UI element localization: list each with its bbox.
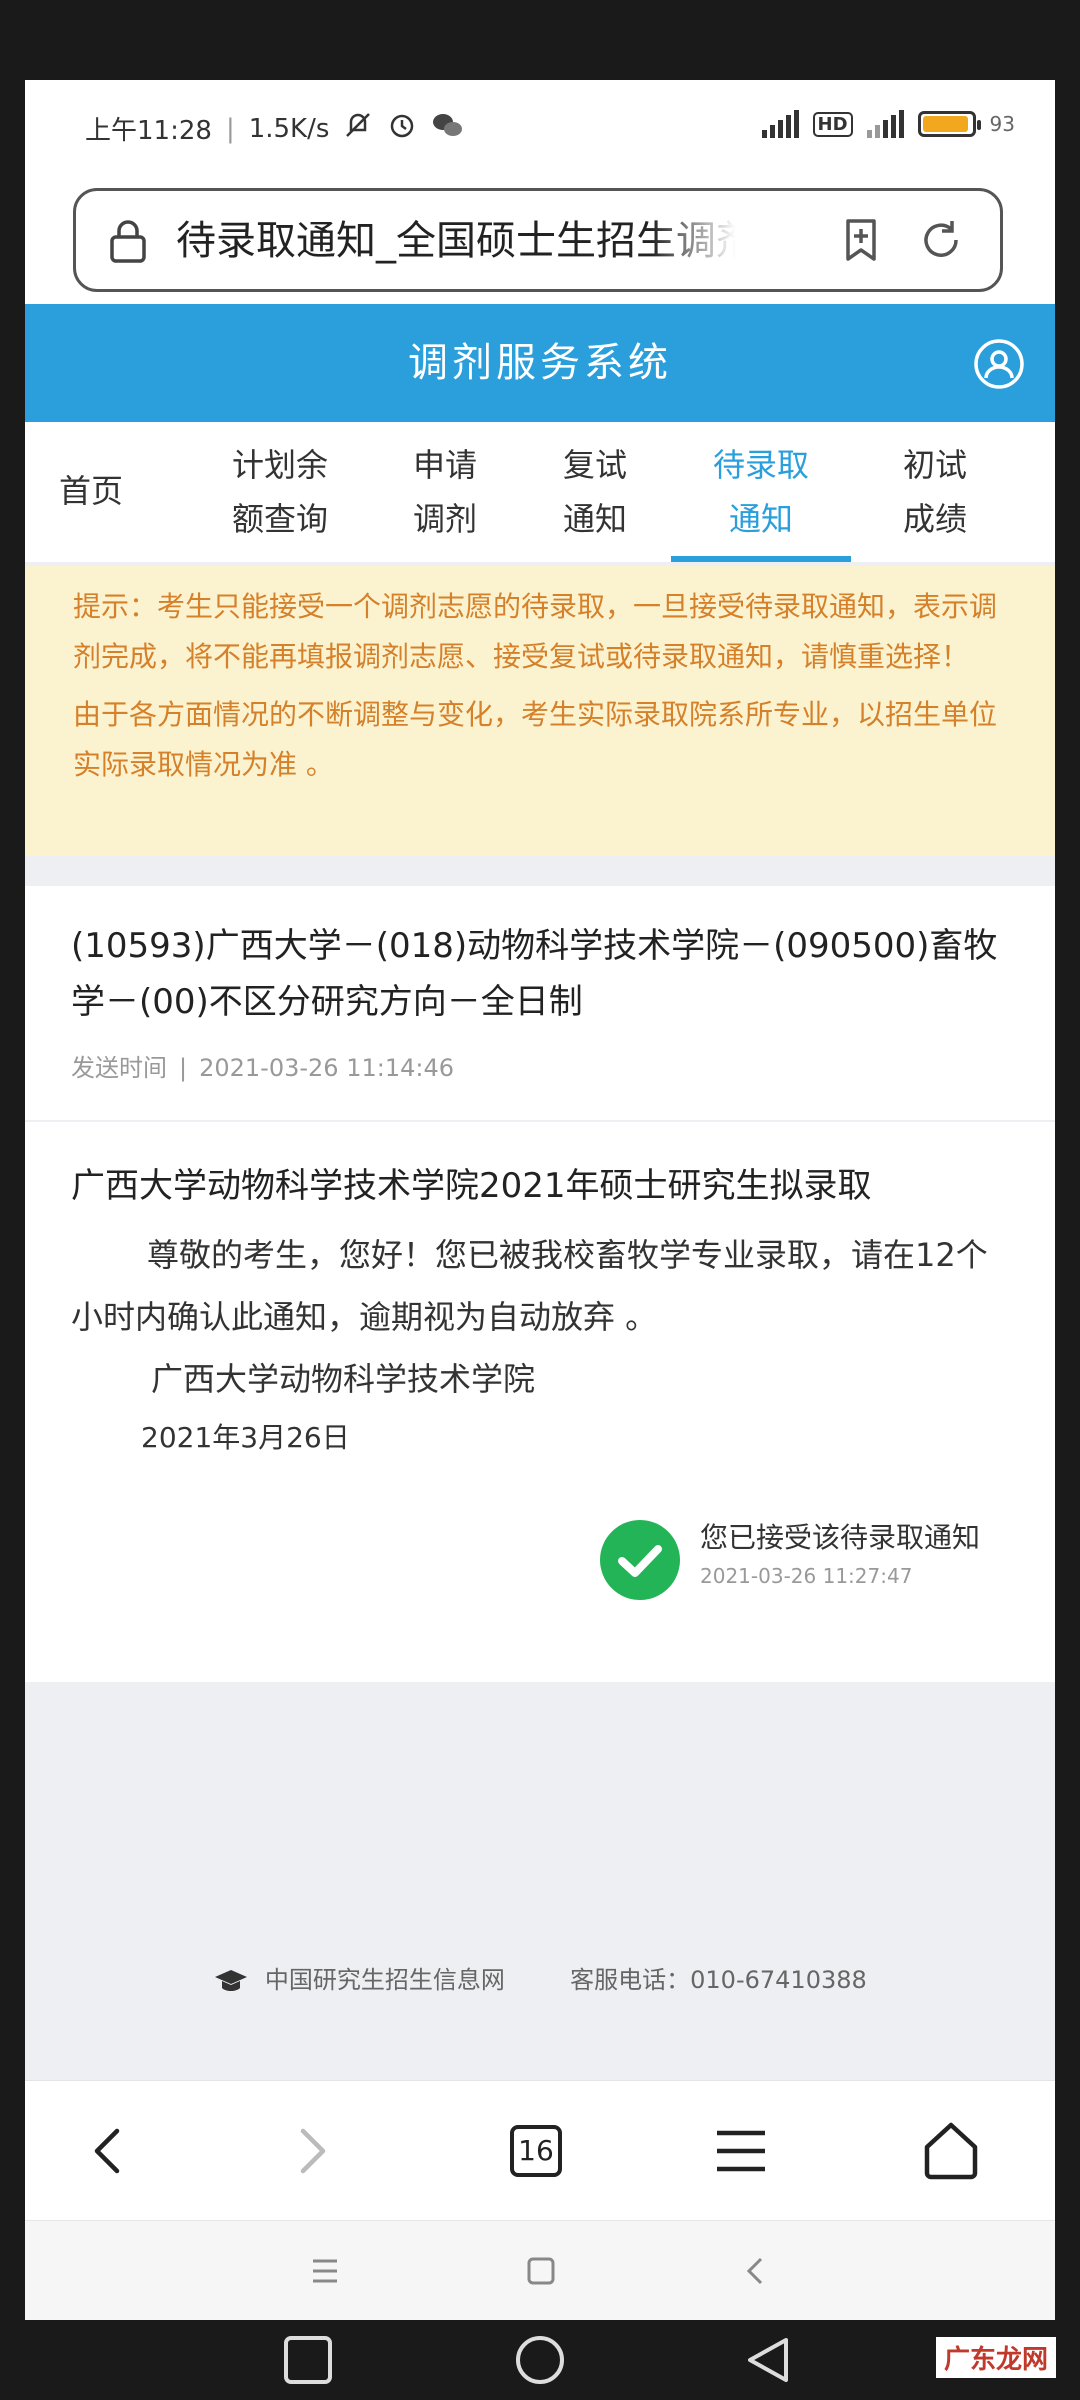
menu-icon[interactable]	[705, 2115, 777, 2187]
sent-label: 发送时间	[71, 1054, 167, 1082]
address-bar[interactable]: 待录取通知_全国硕士生招生调剂服务系统	[73, 188, 1003, 292]
tab-label-line1: 计划余	[231, 446, 328, 484]
phone-screen: 上午11:28 | 1.5K/s HD 93 待录取通知_全国硕士生招生调 调剂…	[25, 80, 1055, 2320]
watermark: 广东龙网	[935, 2337, 1056, 2378]
hd-icon: HD	[812, 111, 853, 137]
accepted-text: 您已接受该待录取通知	[700, 1521, 981, 1554]
battery-level: 93	[989, 112, 1015, 136]
refresh-icon[interactable]	[916, 215, 966, 265]
item-title: (10593)广西大学－(018)动物科学技术学院－(090500)畜牧学－(0…	[71, 926, 998, 1022]
forward-icon[interactable]	[275, 2115, 347, 2187]
wechat-icon	[431, 110, 463, 147]
admission-letter: 广西大学动物科学技术学院2021年硕士研究生拟录取 尊敬的考生，您好！您已被我校…	[25, 1122, 1055, 1682]
home-nav-icon[interactable]	[521, 2251, 561, 2295]
tab-label-line2: 通知	[728, 500, 793, 538]
signal-icon-2	[866, 110, 904, 138]
app-header: 调剂服务系统	[25, 304, 1055, 422]
active-tab-indicator	[671, 556, 851, 562]
tab-label-line1: 初试	[902, 446, 967, 484]
accepted-status: 您已接受该待录取通知 2021-03-26 11:27:47	[600, 1512, 1020, 1602]
letter-body: 尊敬的考生，您好！您已被我校畜牧学专业录取，请在12个小时内确认此通知，逾期视为…	[71, 1236, 988, 1336]
site-footer: 中国研究生招生信息网 客服电话：010-67410388	[25, 1960, 1055, 2020]
meta-separator: |	[179, 1054, 188, 1082]
square-icon[interactable]	[282, 2334, 334, 2390]
address-bar-container: 待录取通知_全国硕士生招生调剂服务系统	[25, 176, 1055, 304]
status-bar: 上午11:28 | 1.5K/s HD 93	[25, 80, 1055, 176]
status-network-speed: 1.5K/s	[248, 113, 330, 144]
tab-label-line2: 通知	[562, 500, 627, 538]
footer-phone[interactable]: 010-67410388	[690, 1966, 867, 1994]
system-nav-bar	[25, 2220, 1055, 2320]
admission-item[interactable]: (10593)广西大学－(018)动物科学技术学院－(090500)畜牧学－(0…	[25, 886, 1055, 1120]
add-bookmark-icon[interactable]	[836, 215, 886, 265]
tab-pending-admission-notice[interactable]: 待录取 通知	[671, 422, 851, 562]
graduation-cap-icon	[213, 1968, 249, 1994]
letter-title: 广西大学动物科学技术学院2021年硕士研究生拟录取	[71, 1166, 872, 1206]
tab-plan-quota[interactable]: 计划余 额查询	[205, 422, 355, 562]
signal-icon	[761, 110, 799, 138]
tab-label-line2: 调剂	[412, 500, 477, 538]
alarm-icon	[387, 110, 417, 147]
back-nav-icon[interactable]	[735, 2251, 775, 2295]
mute-icon	[343, 110, 373, 147]
triangle-icon[interactable]	[742, 2334, 794, 2390]
letter-date: 2021年3月26日	[141, 1421, 350, 1454]
accepted-time: 2021-03-26 11:27:47	[700, 1564, 913, 1588]
url-text[interactable]: 待录取通知_全国硕士生招生调剂服务系统	[176, 213, 736, 269]
circle-icon[interactable]	[514, 2334, 566, 2390]
tab-label-line1: 申请	[412, 446, 477, 484]
battery-icon	[917, 111, 981, 137]
page-title: 调剂服务系统	[408, 340, 672, 386]
notice-text-1: 提示：考生只能接受一个调剂志愿的待录取，一旦接受待录取通知，表示调剂完成，将不能…	[73, 590, 998, 673]
tabs-button[interactable]: 16	[500, 2115, 572, 2187]
letter-signer: 广西大学动物科学技术学院	[151, 1360, 536, 1398]
tab-count: 16	[510, 2125, 562, 2177]
device-nav-bar: 广东龙网	[0, 2320, 1080, 2400]
user-icon[interactable]	[973, 338, 1025, 390]
browser-toolbar: 16	[25, 2080, 1055, 2221]
tab-label-line1: 复试	[562, 446, 627, 484]
notice-text-2: 由于各方面情况的不断调整与变化，考生实际录取院系所专业，以招生单位实际录取情况为…	[73, 698, 998, 781]
tab-label-line2: 成绩	[902, 500, 967, 538]
footer-site-name[interactable]: 中国研究生招生信息网	[265, 1966, 505, 1994]
tab-home[interactable]: 首页	[41, 422, 141, 562]
notice-banner: 提示：考生只能接受一个调剂志愿的待录取，一旦接受待录取通知，表示调剂完成，将不能…	[25, 566, 1055, 856]
lock-icon	[108, 219, 148, 263]
home-icon[interactable]	[915, 2115, 987, 2187]
tab-initial-scores[interactable]: 初试 成绩	[875, 422, 995, 562]
status-time: 上午11:28	[85, 116, 212, 146]
tab-retest-notice[interactable]: 复试 通知	[535, 422, 655, 562]
sent-time: 2021-03-26 11:14:46	[199, 1054, 454, 1082]
tab-label-line1: 待录取	[712, 446, 809, 484]
back-icon[interactable]	[73, 2115, 145, 2187]
item-meta: 发送时间 | 2021-03-26 11:14:46	[71, 1048, 1009, 1083]
footer-phone-label: 客服电话：	[570, 1966, 691, 1994]
tab-label: 首页	[58, 472, 123, 510]
tab-apply-adjustment[interactable]: 申请 调剂	[385, 422, 505, 562]
check-icon	[600, 1520, 680, 1600]
nav-tabs: 首页 计划余 额查询 申请 调剂 复试 通知 待录取 通知 初试 成绩	[25, 422, 1055, 562]
status-separator: |	[225, 113, 235, 144]
recent-apps-icon[interactable]	[305, 2251, 345, 2295]
tab-label-line2: 额查询	[231, 500, 328, 538]
